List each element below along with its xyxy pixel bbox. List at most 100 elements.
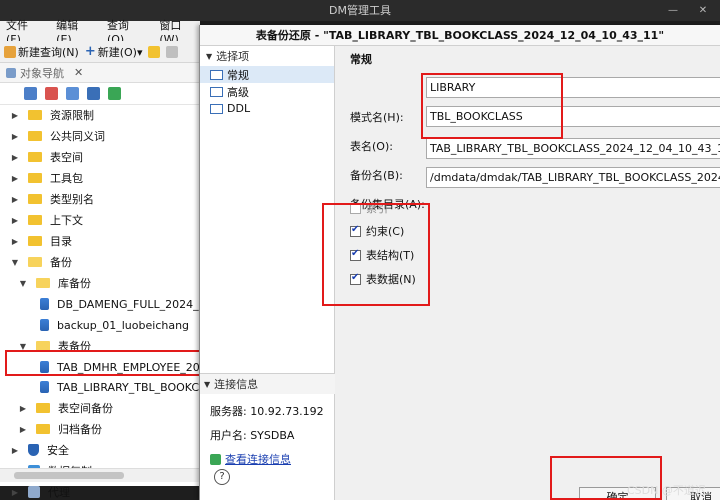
collapse-arrow-icon[interactable]: ▼ xyxy=(18,279,28,288)
highlight-box-schema-table xyxy=(421,73,563,139)
watermark: CSDN @不道迟 xyxy=(627,484,706,497)
open-folder-icon[interactable] xyxy=(148,45,161,58)
search-icon[interactable] xyxy=(66,87,79,100)
close-icon[interactable]: ✕ xyxy=(690,3,716,18)
main-toolbar: 新建查询(N) + 新建(O)▾ xyxy=(0,41,200,63)
menu-bar: 文件(F) 编辑(E) 查询(Q) 窗口(W) xyxy=(0,19,200,46)
tree-item[interactable]: backup_01_luobeichang xyxy=(34,315,189,335)
tree-item[interactable]: ▼ 备份 xyxy=(10,252,72,272)
expand-arrow-icon[interactable]: ▶ xyxy=(10,216,20,225)
navigator-tab-label: 对象导航 xyxy=(20,66,64,80)
tree-item-label: 类型别名 xyxy=(50,193,94,206)
expand-arrow-icon[interactable]: ▶ xyxy=(10,111,20,120)
minimize-icon[interactable]: — xyxy=(660,3,686,18)
tree-item[interactable]: ▶ 类型别名 xyxy=(10,189,94,209)
new-query-label: 新建查询(N) xyxy=(18,45,79,59)
tree-item-label: 表空间备份 xyxy=(58,402,113,415)
new-button[interactable]: + 新建(O)▾ xyxy=(85,44,143,60)
backup-set-icon xyxy=(40,298,49,310)
tree-item-label: 表空间 xyxy=(50,151,83,164)
folder-open-icon xyxy=(28,257,42,267)
navigator-icon xyxy=(6,67,16,78)
expand-arrow-icon[interactable]: ▶ xyxy=(18,404,28,413)
horizontal-scrollbar[interactable] xyxy=(0,468,200,482)
tree-item[interactable]: ▶ 归档备份 xyxy=(18,419,102,439)
tree-item-label: 库备份 xyxy=(58,277,91,290)
disconnect-icon[interactable] xyxy=(45,87,58,100)
folder-icon xyxy=(36,424,50,434)
tree-item-label: 上下文 xyxy=(50,214,83,227)
connection-section-header[interactable]: ▼ 连接信息 xyxy=(200,373,335,394)
tree-item[interactable]: ▼ 库备份 xyxy=(18,273,91,293)
agent-icon xyxy=(28,486,40,498)
tree-item[interactable]: ▶ 表空间 xyxy=(10,147,83,167)
tree-item[interactable]: DB_DAMENG_FULL_2024_1 xyxy=(34,294,206,314)
options-heading: 选择项 xyxy=(216,50,250,63)
tree-item-label: 工具包 xyxy=(50,172,83,185)
nav-ddl[interactable]: DDL xyxy=(200,100,334,117)
form-heading: 常规 xyxy=(350,53,372,66)
schema-label: 模式名(H): xyxy=(350,111,404,124)
tree-item-label: backup_01_luobeichang xyxy=(57,318,190,332)
nav-advanced[interactable]: 高级 xyxy=(200,83,334,100)
nav-label: DDL xyxy=(227,102,251,115)
tree-item[interactable]: ▶ 安全 xyxy=(10,440,69,460)
backup-dir-field[interactable]: /dmdata/dmdak/TAB_LIBRARY_TBL_BOOKCLASS_… xyxy=(426,167,720,188)
tree-item[interactable]: ▶ 表空间备份 xyxy=(18,398,113,418)
expand-arrow-icon[interactable]: ▶ xyxy=(10,195,20,204)
collapse-arrow-icon[interactable]: ▼ xyxy=(204,380,210,389)
dialog-options-panel: ▼ 选择项 常规 高级 DDL ▼ 连接信息 服务器: 10.92.73.192… xyxy=(200,46,335,500)
tree-item-selected[interactable]: TAB_LIBRARY_TBL_BOOKC xyxy=(34,377,199,397)
tree-item-label: TAB_LIBRARY_TBL_BOOKC xyxy=(57,380,200,394)
tree-item[interactable]: ▶ 公共同义词 xyxy=(10,126,105,146)
backup-set-icon xyxy=(40,319,49,331)
backup-name-field[interactable]: TAB_LIBRARY_TBL_BOOKCLASS_2024_12_04_10_… xyxy=(426,138,720,159)
expand-arrow-icon[interactable]: ▶ xyxy=(10,153,20,162)
close-tab-icon[interactable]: ✕ xyxy=(74,66,83,79)
page-icon xyxy=(210,86,223,97)
new-label: 新建(O)▾ xyxy=(97,45,143,59)
folder-open-icon xyxy=(36,278,50,288)
connect-icon[interactable] xyxy=(24,87,37,100)
table-label: 表名(O): xyxy=(350,140,393,153)
new-query-button[interactable]: 新建查询(N) xyxy=(4,44,79,60)
tree-item[interactable]: ▶ 目录 xyxy=(10,231,72,251)
tree-item[interactable]: ▶ 代理 xyxy=(10,482,70,500)
connection-heading: 连接信息 xyxy=(214,378,259,391)
collapse-arrow-icon[interactable]: ▼ xyxy=(10,258,20,267)
filter-icon[interactable] xyxy=(87,87,100,100)
view-connection-label[interactable]: 查看连接信息 xyxy=(225,451,291,467)
highlight-box-options xyxy=(322,203,430,306)
tree-item-label: 备份 xyxy=(50,256,72,269)
options-section-header[interactable]: ▼ 选择项 xyxy=(200,46,334,66)
server-info: 服务器: 10.92.73.192 xyxy=(210,405,324,418)
object-navigator-panel: 对象导航 ✕ ▶ 资源限制 ▶ 公共同义词 ▶ 表空间 ▶ 工具包 ▶ 类型别名 ▶ 上下文… xyxy=(0,63,206,499)
nav-label: 高级 xyxy=(227,85,249,99)
expand-arrow-icon[interactable]: ▶ xyxy=(10,488,20,497)
folder-icon xyxy=(28,236,42,246)
tree-item[interactable]: ▶ 资源限制 xyxy=(10,105,94,125)
help-icon[interactable]: ? xyxy=(214,469,230,485)
refresh-icon[interactable] xyxy=(108,87,121,100)
scrollbar-thumb[interactable] xyxy=(14,472,124,479)
nav-label: 常规 xyxy=(227,68,249,82)
navigator-tab[interactable]: 对象导航 ✕ xyxy=(0,63,199,83)
tree-item[interactable]: ▶ 工具包 xyxy=(10,168,83,188)
expand-arrow-icon[interactable]: ▶ xyxy=(10,237,20,246)
tree-item-label: 代理 xyxy=(48,486,70,499)
nav-general[interactable]: 常规 xyxy=(200,66,334,83)
expand-arrow-icon[interactable]: ▶ xyxy=(10,446,20,455)
expand-arrow-icon[interactable]: ▶ xyxy=(18,425,28,434)
view-connection-link[interactable]: 查看连接信息 xyxy=(210,451,291,467)
expand-arrow-icon[interactable]: ▶ xyxy=(10,132,20,141)
tree-item[interactable]: ▶ 上下文 xyxy=(10,210,83,230)
save-icon[interactable] xyxy=(166,45,179,58)
plus-icon: + xyxy=(84,44,96,59)
expand-arrow-icon[interactable]: ▶ xyxy=(10,174,20,183)
page-icon xyxy=(210,103,223,114)
collapse-arrow-icon[interactable]: ▼ xyxy=(206,52,212,61)
connection-icon xyxy=(210,453,221,465)
folder-icon xyxy=(28,173,42,183)
tree-item-label: 资源限制 xyxy=(50,109,94,122)
new-query-icon xyxy=(4,45,16,58)
